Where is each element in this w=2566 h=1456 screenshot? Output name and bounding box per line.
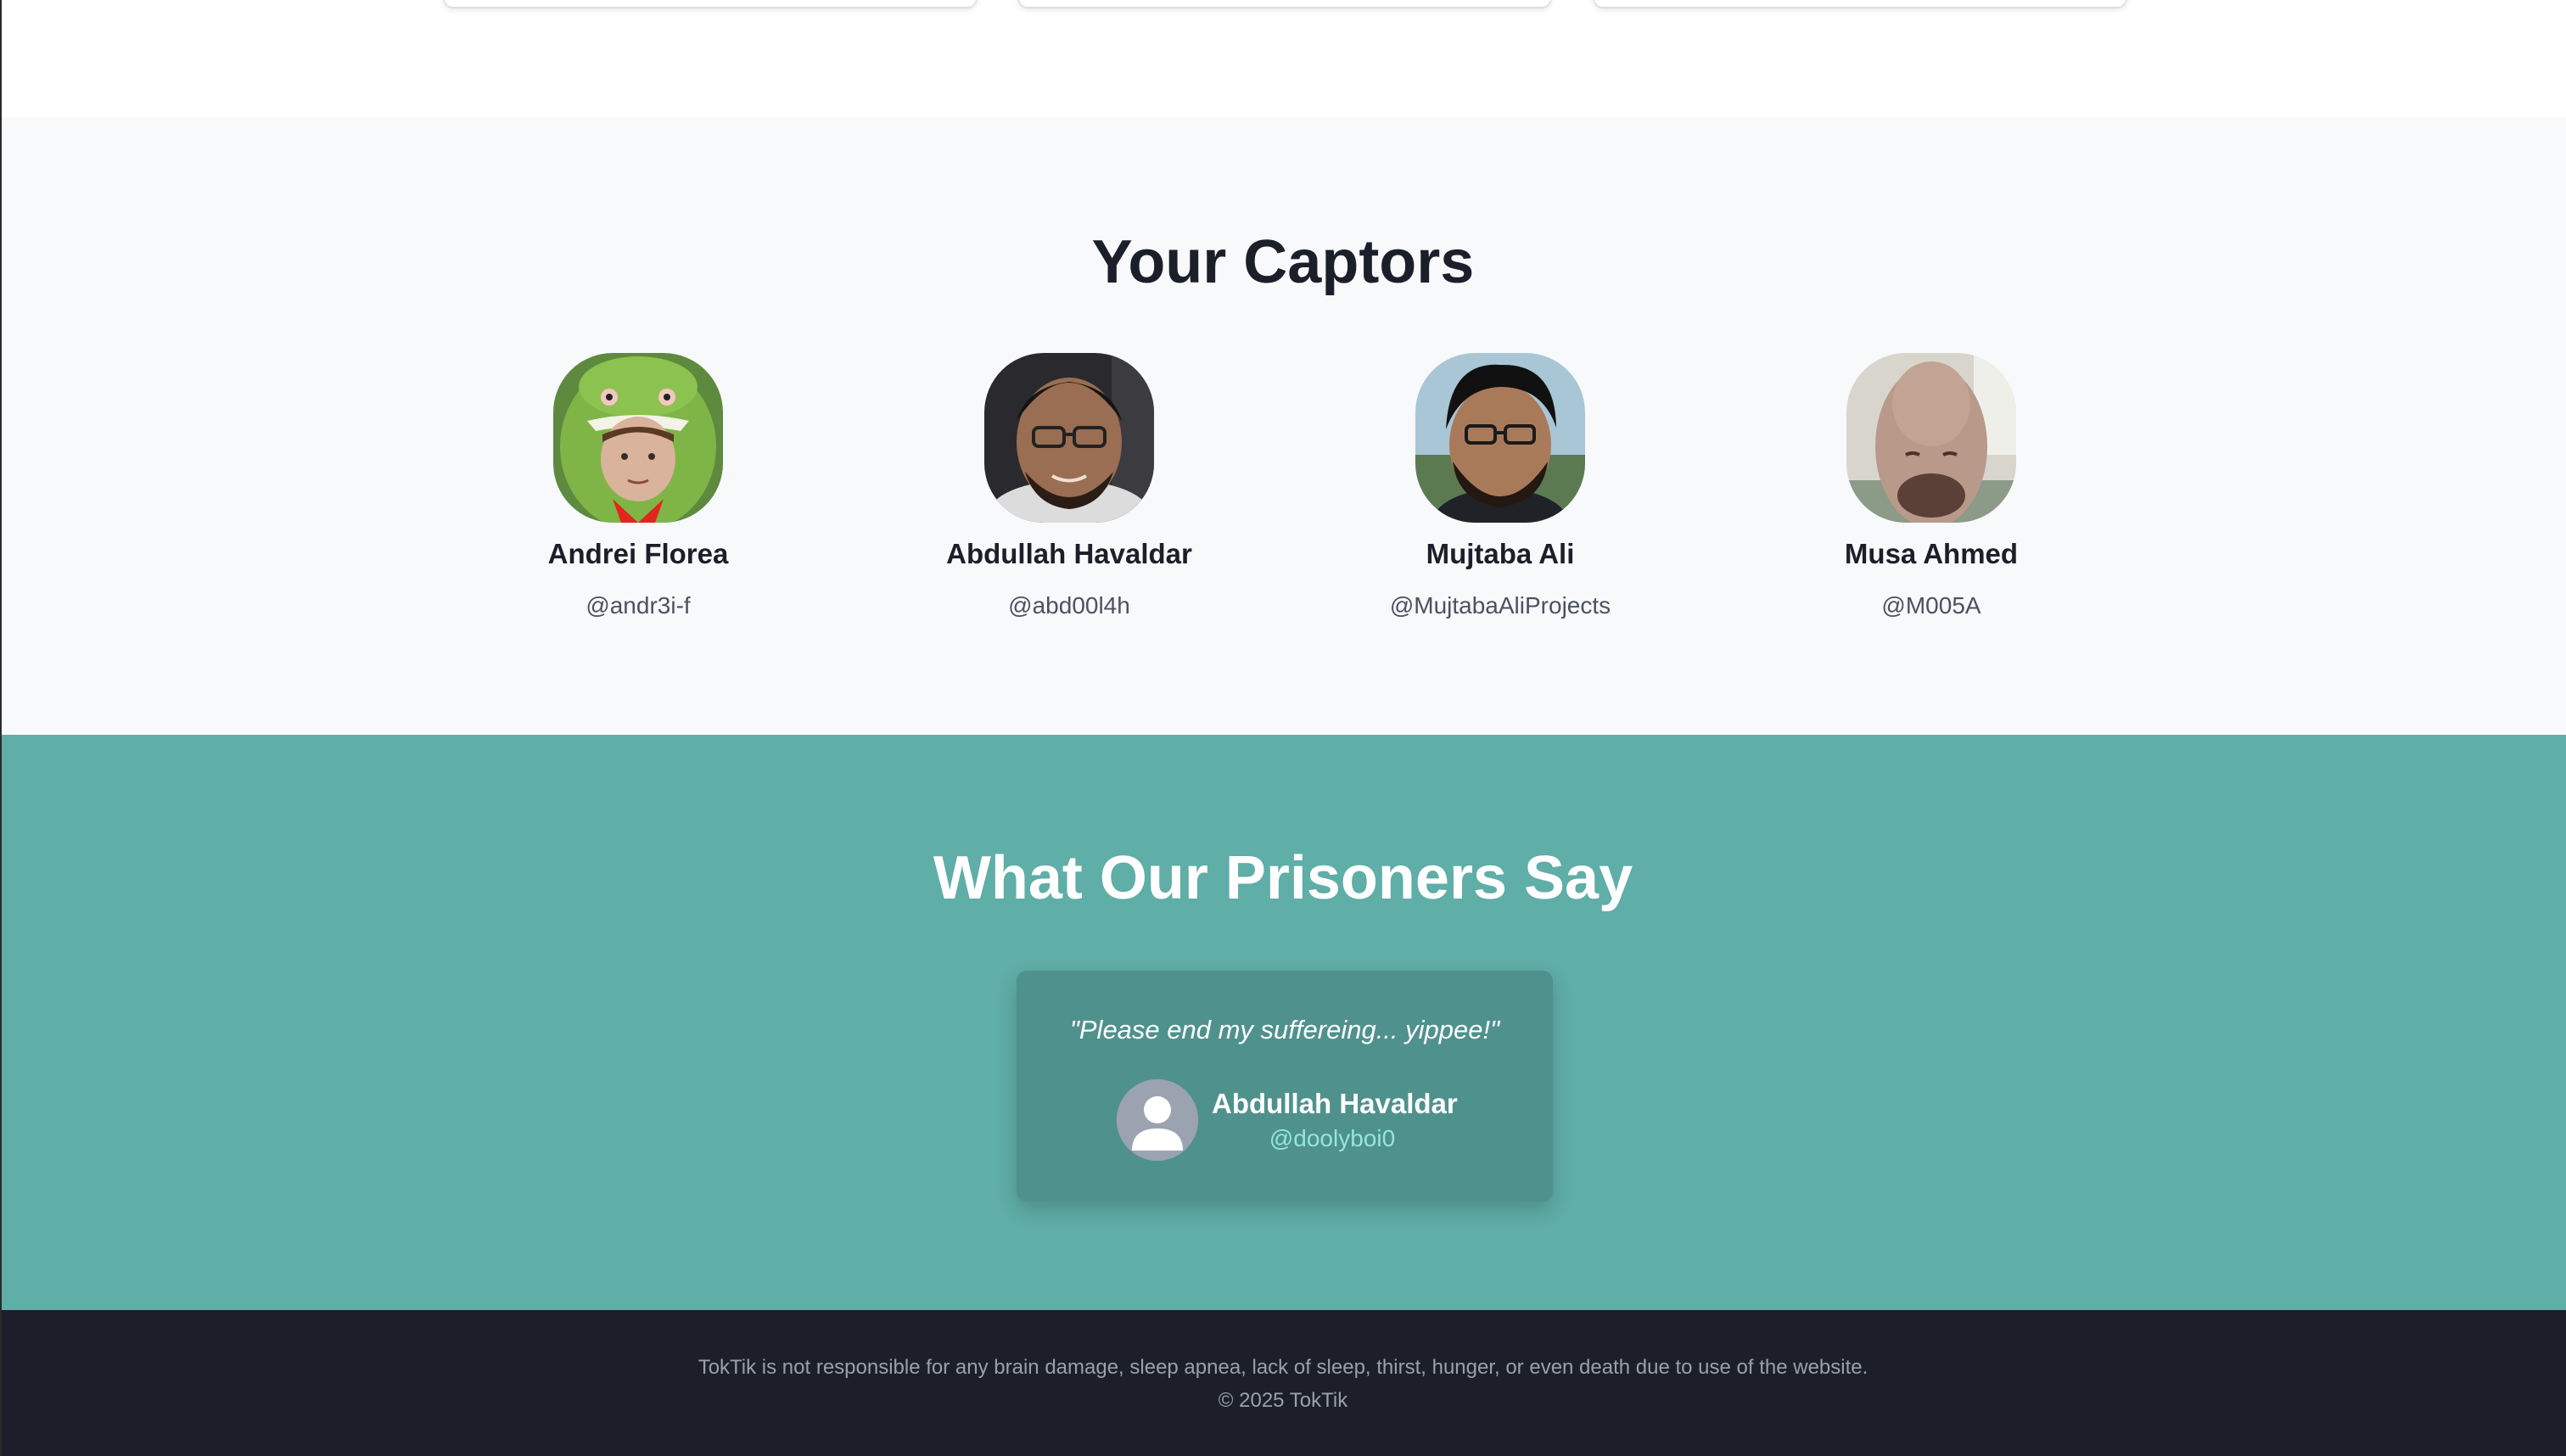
- window-edge: [0, 0, 2, 1456]
- testimonial-handle[interactable]: @doolyboi0: [1212, 1125, 1453, 1152]
- avatar: [984, 353, 1154, 523]
- captor-name: Andrei Florea: [547, 538, 729, 569]
- testimonials-section: What Our Prisoners Say "Please end my su…: [0, 735, 2566, 1310]
- captor-name: Mujtaba Ali: [1426, 538, 1575, 569]
- testimonial-card: "Please end my suffereing... yippee!" Ab…: [1017, 971, 1553, 1201]
- captor-card: Mujtaba Ali @MujtabaAliProjects: [1288, 353, 1712, 619]
- captor-card: Musa Ahmed @M005A: [1719, 353, 2143, 619]
- testimonial-quote: "Please end my suffereing... yippee!": [1069, 1015, 1500, 1044]
- footer-disclaimer: TokTik is not responsible for any brain …: [698, 1356, 1868, 1379]
- captor-handle[interactable]: @abd00l4h: [857, 592, 1281, 619]
- avatar: [1846, 353, 2016, 523]
- captor-name: Musa Ahmed: [1844, 538, 2019, 569]
- captor-handle[interactable]: @andr3i-f: [426, 592, 850, 619]
- captors-heading: Your Captors: [1091, 228, 1475, 296]
- footer: TokTik is not responsible for any brain …: [0, 1310, 2566, 1456]
- captor-card: Andrei Florea @andr3i-f: [426, 353, 850, 619]
- captor-name: Abdullah Havaldar: [946, 538, 1192, 569]
- features-section: [0, 0, 2566, 117]
- captor-handle[interactable]: @MujtabaAliProjects: [1288, 592, 1712, 619]
- captor-handle[interactable]: @M005A: [1719, 592, 2143, 619]
- avatar: [553, 353, 723, 523]
- testimonial-author: Abdullah Havaldar: [1212, 1088, 1458, 1119]
- user-placeholder-icon: [1117, 1079, 1198, 1161]
- feature-card: [1019, 0, 1550, 7]
- captors-section: Your Captors Andrei Florea @andr3i-f Abd…: [0, 117, 2566, 735]
- feature-card: [445, 0, 976, 7]
- avatar: [1415, 353, 1585, 523]
- captor-card: Abdullah Havaldar @abd00l4h: [857, 353, 1281, 619]
- feature-card: [1594, 0, 2126, 7]
- testimonials-heading: What Our Prisoners Say: [933, 844, 1633, 912]
- footer-copyright: © 2025 TokTik: [1218, 1389, 1348, 1412]
